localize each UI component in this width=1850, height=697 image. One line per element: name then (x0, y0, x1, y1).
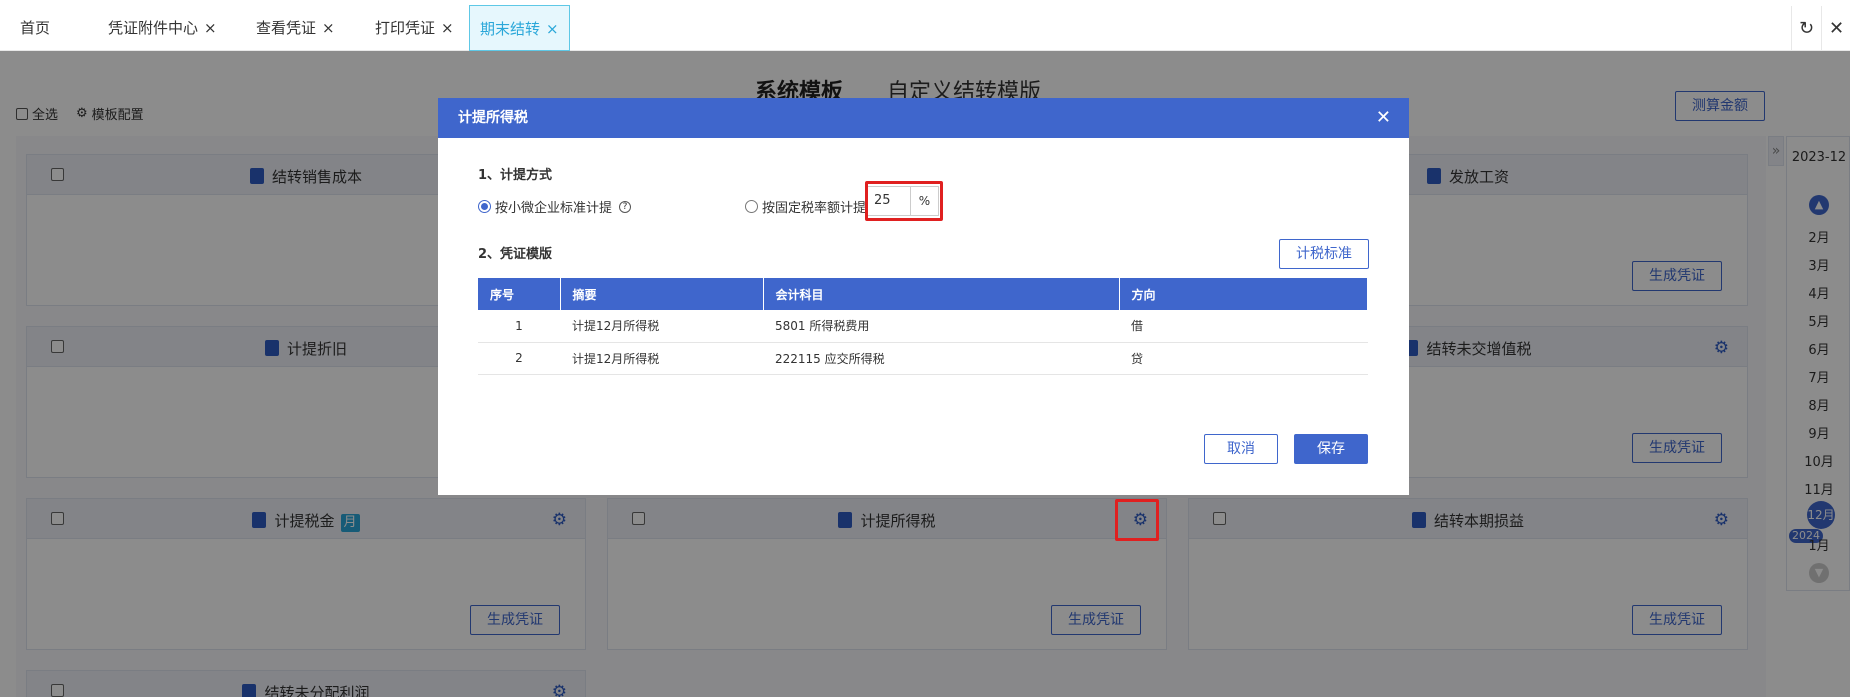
dialog-title: 计提所得税 (458, 110, 528, 126)
close-icon[interactable]: × (322, 19, 335, 37)
income-tax-dialog: 计提所得税 ✕ 1、计提方式 按小微企业标准计提 ? 按固定税率额计提 25 %… (438, 98, 1409, 495)
close-icon[interactable]: ✕ (1376, 98, 1391, 138)
column-header: 方向 (1119, 278, 1368, 310)
table-row: 1 计提12月所得税 5801 所得税费用 借 (478, 310, 1368, 343)
table-cell: 计提12月所得税 (560, 310, 763, 343)
tab-bar: 首页 凭证附件中心 × 查看凭证 × 打印凭证 × 期末结转 × (0, 5, 1850, 51)
tab-home[interactable]: 首页 (10, 5, 60, 51)
section-method-heading: 1、计提方式 (478, 168, 553, 183)
close-icon[interactable]: × (204, 19, 217, 37)
column-header: 会计科目 (763, 278, 1120, 310)
column-header: 序号 (478, 278, 561, 310)
radio-small-enterprise[interactable]: 按小微企业标准计提 ? (478, 197, 632, 216)
voucher-template-table: 序号 摘要 会计科目 方向 1 计提12月所得税 5801 所得税费用 借 2 … (478, 278, 1368, 375)
table-cell: 计提12月所得税 (560, 342, 763, 375)
highlight-box (865, 181, 943, 221)
table-cell: 222115 应交所得税 (763, 342, 1119, 375)
radio-icon (478, 200, 491, 213)
section-template-heading: 2、凭证模版 (478, 247, 553, 262)
cancel-button[interactable]: 取消 (1204, 434, 1278, 464)
column-header: 摘要 (560, 278, 764, 310)
help-icon[interactable]: ? (619, 200, 632, 213)
refresh-icon[interactable]: ↻ (1791, 6, 1821, 52)
tab-print-voucher[interactable]: 打印凭证 × (365, 5, 464, 51)
table-cell: 1 (478, 310, 560, 343)
close-icon[interactable]: ✕ (1821, 6, 1850, 52)
table-cell: 2 (478, 342, 560, 375)
tab-view-voucher[interactable]: 查看凭证 × (246, 5, 345, 51)
save-button[interactable]: 保存 (1294, 434, 1368, 464)
tab-attachment-center[interactable]: 凭证附件中心 × (98, 5, 227, 51)
radio-icon (745, 200, 758, 213)
close-icon[interactable]: × (441, 19, 454, 37)
radio-fixed-rate[interactable]: 按固定税率额计提 (745, 197, 866, 216)
close-icon[interactable]: × (546, 20, 559, 38)
tab-period-end-transfer[interactable]: 期末结转 × (469, 5, 570, 51)
tax-standard-button[interactable]: 计税标准 (1279, 239, 1369, 269)
table-cell: 借 (1119, 310, 1368, 343)
table-row: 2 计提12月所得税 222115 应交所得税 贷 (478, 342, 1368, 375)
table-cell: 5801 所得税费用 (763, 310, 1119, 343)
table-cell: 贷 (1119, 342, 1368, 375)
highlight-box (1115, 499, 1159, 541)
